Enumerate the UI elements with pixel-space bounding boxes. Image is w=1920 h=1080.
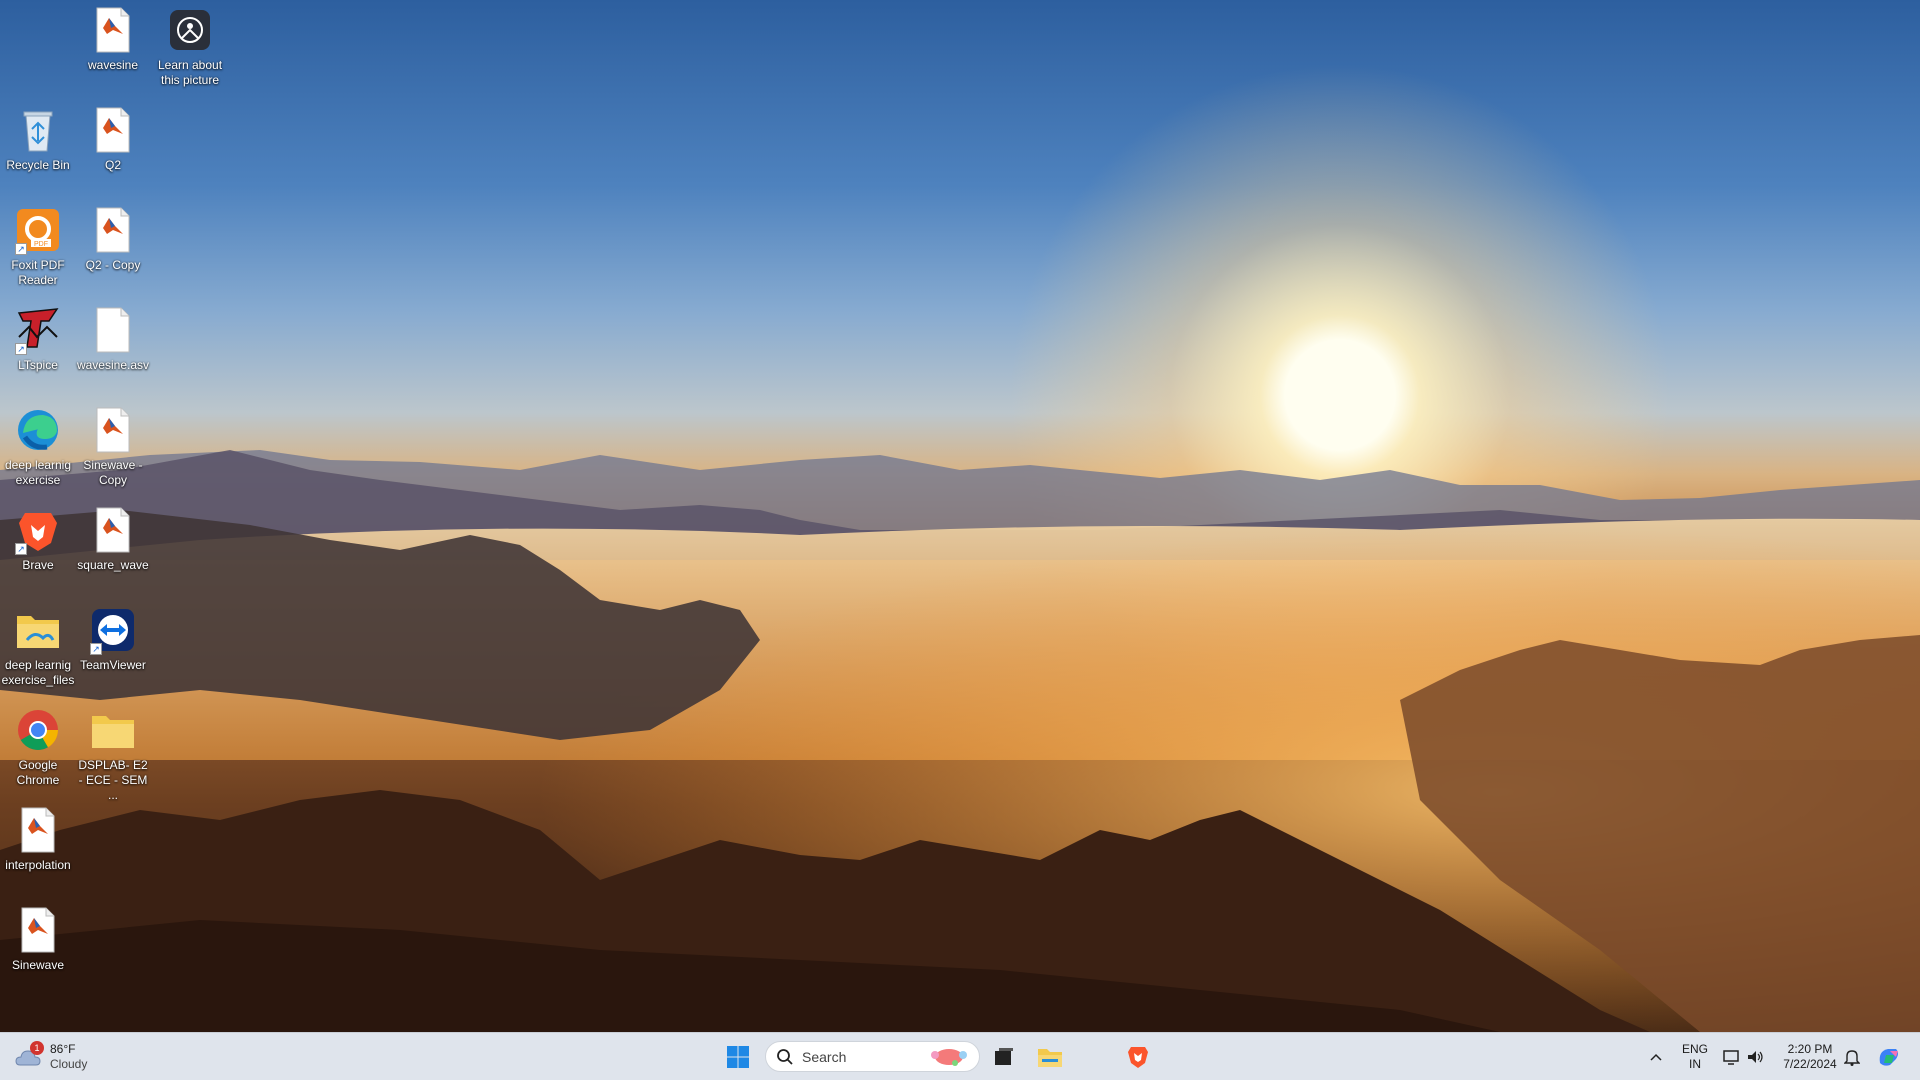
matlab-file-icon — [88, 105, 138, 155]
taskbar-search-box[interactable]: Search — [765, 1041, 980, 1072]
desktop-icon-recycle-bin[interactable]: Recycle Bin — [0, 105, 76, 173]
desktop-icon-square-wave[interactable]: square_wave — [75, 505, 151, 573]
brave-icon — [1128, 1047, 1148, 1068]
file-explorer-button[interactable] — [1032, 1039, 1068, 1075]
language-line1: ENG — [1681, 1042, 1708, 1056]
task-view-button[interactable] — [986, 1039, 1022, 1075]
blank-file-icon — [88, 305, 138, 355]
language-line2: IN — [1689, 1057, 1701, 1071]
foxit-pdf-icon: PDF ↗ — [13, 205, 63, 255]
desktop-icon-brave[interactable]: ↗ Brave — [0, 505, 76, 573]
desktop-icon-sinewave[interactable]: Sinewave — [0, 905, 76, 973]
ltspice-icon: ↗ — [13, 305, 63, 355]
chrome-icon — [13, 705, 63, 755]
weather-temp: 86°F — [50, 1042, 76, 1056]
desktop-icon-q2-copy[interactable]: Q2 - Copy — [75, 205, 151, 273]
windows-logo-icon — [727, 1046, 749, 1068]
taskbar: 1 86°F Cloudy Search ENG IN 2:20 PM 7/22… — [0, 1032, 1920, 1080]
desktop-icon-deep-learnig-exercise-files[interactable]: deep learnig exercise_files — [0, 605, 76, 688]
clock[interactable]: 2:20 PM 7/22/2024 — [1774, 1039, 1846, 1075]
cloudy-weather-icon: 1 — [14, 1041, 44, 1071]
folder-icon — [88, 705, 138, 755]
desktop-icon-google-chrome[interactable]: Google Chrome — [0, 705, 76, 788]
desktop-icon-dsplab-folder[interactable]: DSPLAB- E2 - ECE - SEM ... — [75, 705, 151, 803]
desktop-icon-teamviewer[interactable]: ↗ TeamViewer — [75, 605, 151, 673]
desktop-icon-interpolation[interactable]: interpolation — [0, 805, 76, 873]
task-view-icon — [995, 1048, 1013, 1065]
desktop-icon-sinewave-copy[interactable]: Sinewave - Copy — [75, 405, 151, 488]
show-hidden-icons-button[interactable] — [1644, 1039, 1668, 1075]
svg-text:PDF: PDF — [34, 241, 48, 248]
language-indicator[interactable]: ENG IN — [1676, 1039, 1714, 1075]
network-icon — [1723, 1050, 1739, 1065]
matlab-file-icon — [88, 405, 138, 455]
clock-time: 2:20 PM — [1787, 1042, 1833, 1056]
matlab-file-icon — [88, 5, 138, 55]
search-icon — [777, 1048, 793, 1065]
teamviewer-icon: ↗ — [88, 605, 138, 655]
desktop-icon-q2[interactable]: Q2 — [75, 105, 151, 173]
brave-icon: ↗ — [13, 505, 63, 555]
copilot-button[interactable] — [1872, 1039, 1906, 1075]
shortcut-arrow-icon: ↗ — [90, 643, 102, 655]
desktop-wallpaper: wavesine Recycle Bin PDF ↗ Foxit PDF Rea… — [0, 0, 1920, 1032]
wallpaper-landscape — [0, 450, 1920, 1032]
recycle-bin-icon — [13, 105, 63, 155]
chevron-up-icon — [1650, 1053, 1662, 1061]
clock-date: 7/22/2024 — [1783, 1057, 1837, 1071]
brave-taskbar-button[interactable] — [1120, 1039, 1156, 1075]
copilot-icon — [1879, 1049, 1898, 1066]
matlab-file-icon — [88, 505, 138, 555]
notifications-button[interactable] — [1840, 1039, 1864, 1075]
desktop-icon-ltspice[interactable]: ↗ LTspice — [0, 305, 76, 373]
desktop-icon-learn-about-picture[interactable]: Learn about this picture — [152, 5, 228, 88]
folder-icon — [13, 605, 63, 655]
search-placeholder: Search — [802, 1048, 847, 1065]
volume-icon — [1748, 1051, 1763, 1063]
start-button[interactable] — [720, 1039, 756, 1075]
desktop-icon-wavesine-asv[interactable]: wavesine.asv — [75, 305, 151, 373]
network-volume-button[interactable] — [1718, 1039, 1768, 1075]
matlab-file-icon — [13, 805, 63, 855]
shortcut-arrow-icon: ↗ — [15, 243, 27, 255]
matlab-file-icon — [88, 205, 138, 255]
shortcut-arrow-icon: ↗ — [15, 543, 27, 555]
desktop-icon-deep-learnig-exercise[interactable]: deep learnig exercise — [0, 405, 76, 488]
weather-badge: 1 — [30, 1041, 44, 1055]
weather-condition: Cloudy — [50, 1057, 88, 1071]
edge-icon — [13, 405, 63, 455]
shortcut-arrow-icon: ↗ — [15, 343, 27, 355]
weather-widget[interactable]: 1 86°F Cloudy — [14, 1039, 104, 1075]
bell-icon — [1844, 1050, 1860, 1066]
file-explorer-icon — [1038, 1049, 1062, 1067]
desktop-icon-foxit-pdf-reader[interactable]: PDF ↗ Foxit PDF Reader — [0, 205, 76, 288]
search-highlight-icon — [931, 1048, 967, 1066]
matlab-file-icon — [13, 905, 63, 955]
camera-info-icon — [165, 5, 215, 55]
desktop-icon-wavesine[interactable]: wavesine — [75, 5, 151, 73]
